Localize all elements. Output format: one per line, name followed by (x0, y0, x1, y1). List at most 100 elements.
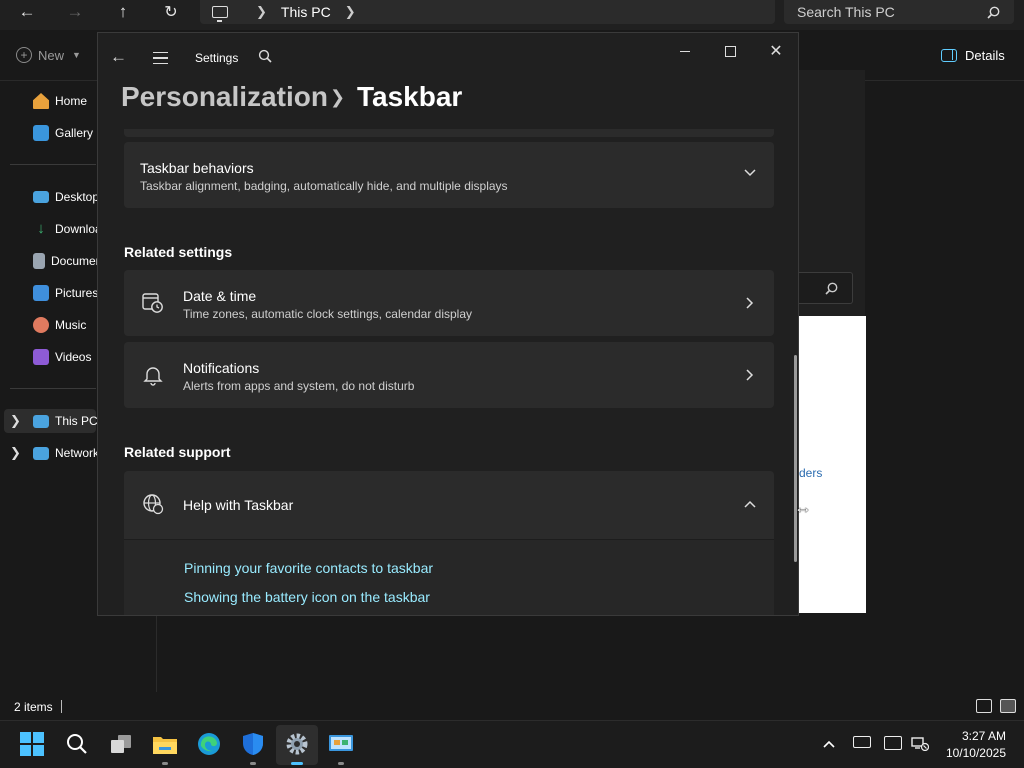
nav-item-downloads[interactable]: ↓ Downloads (33, 218, 97, 240)
nav-item-gallery[interactable]: Gallery (33, 122, 97, 144)
back-arrow-icon[interactable]: ← (110, 47, 127, 67)
edge-button[interactable] (195, 730, 223, 758)
nav-item-network[interactable]: Network (33, 442, 97, 464)
card-subtitle: Alerts from apps and system, do not dist… (183, 379, 415, 393)
task-view-button[interactable] (107, 730, 135, 758)
chevron-up-icon[interactable] (744, 500, 756, 508)
settings-scrollbar[interactable] (794, 355, 797, 562)
refresh-icon[interactable]: ↻ (159, 0, 183, 24)
details-search-input[interactable] (799, 272, 853, 304)
chevron-right-icon (746, 297, 754, 309)
gallery-icon (33, 125, 49, 141)
nav-item-label: Videos (55, 350, 92, 364)
chevron-up-icon[interactable] (823, 740, 835, 748)
music-icon (33, 317, 49, 333)
running-indicator (250, 762, 256, 765)
new-button[interactable]: + New ▼ (16, 47, 81, 63)
nav-item-label: Pictures (55, 286, 97, 300)
related-support-heading: Related support (124, 444, 231, 460)
help-link[interactable]: Pinning your favorite contacts to taskba… (184, 560, 433, 576)
close-button[interactable]: ✕ (761, 41, 791, 61)
nav-item-label: Home (55, 94, 88, 108)
chevron-down-icon: ▼ (72, 50, 81, 60)
resize-cursor-icon: ↔ (794, 497, 812, 517)
nav-item-music[interactable]: Music (33, 314, 97, 336)
nav-item-desktop[interactable]: Desktop (33, 186, 97, 208)
date-time-card[interactable]: Date & time Time zones, automatic clock … (124, 270, 774, 336)
videos-icon (33, 349, 49, 365)
details-button-label: Details (965, 48, 1005, 63)
keyboard-icon[interactable] (853, 736, 871, 748)
clock-date[interactable]: 10/10/2025 (940, 746, 1006, 760)
details-button[interactable]: Details (941, 48, 1005, 63)
defender-button[interactable] (239, 730, 267, 758)
chevron-right-icon (746, 369, 754, 381)
breadcrumb-chevron-icon[interactable]: ❯ (256, 4, 267, 20)
file-explorer-button[interactable] (151, 730, 179, 758)
nav-item-home[interactable]: Home (33, 90, 97, 112)
card-title: Help with Taskbar (183, 497, 294, 513)
shield-icon (243, 733, 263, 755)
new-button-label: New (38, 47, 65, 63)
nav-divider (10, 164, 96, 165)
help-with-taskbar-card[interactable]: Help with Taskbar (124, 471, 774, 539)
clock-time[interactable]: 3:27 AM (940, 729, 1006, 743)
expand-chevron-icon[interactable]: ❯ (10, 413, 21, 429)
nav-item-label: Network (55, 446, 97, 460)
start-button[interactable] (18, 730, 46, 758)
card-title: Notifications (183, 360, 260, 376)
search-button[interactable] (63, 730, 91, 758)
nav-item-label: Music (55, 318, 87, 332)
home-icon (33, 93, 49, 109)
notifications-card[interactable]: Notifications Alerts from apps and syste… (124, 342, 774, 408)
settings-content: Taskbar behaviors Taskbar alignment, bad… (124, 129, 774, 615)
network-icon (33, 446, 49, 460)
card-subtitle: Time zones, automatic clock settings, ca… (183, 307, 473, 321)
gear-icon (286, 733, 308, 755)
folder-icon (153, 737, 177, 754)
maximize-button[interactable] (715, 41, 745, 61)
breadcrumb-chevron-icon: ❯ (330, 87, 346, 107)
expand-chevron-icon[interactable]: ❯ (10, 445, 21, 461)
nav-item-pictures[interactable]: Pictures (33, 282, 97, 304)
display-icon[interactable] (884, 736, 902, 750)
page-title: Taskbar (357, 81, 463, 112)
settings-title-bar: ← Settings ✕ (98, 33, 798, 83)
edge-browser-icon (198, 733, 220, 755)
breadcrumb-parent[interactable]: Personalization (121, 81, 328, 113)
forward-arrow-icon[interactable]: → (63, 0, 87, 24)
settings-button[interactable] (283, 730, 311, 758)
card-subtitle: Taskbar alignment, badging, automaticall… (140, 179, 508, 193)
nav-item-label: Documents (51, 254, 97, 268)
control-panel-button[interactable] (327, 730, 355, 758)
taskbar-behaviors-card[interactable]: Taskbar behaviors Taskbar alignment, bad… (124, 142, 774, 208)
desktop-icon (33, 191, 49, 203)
nav-divider (10, 388, 96, 389)
address-location[interactable]: This PC (281, 4, 331, 20)
explorer-title-bar: ← → ↑ ↻ ❯ This PC ❯ Search This PC (0, 0, 1024, 30)
details-preview-area: ders (799, 316, 866, 613)
pictures-icon (33, 285, 49, 301)
minimize-button[interactable] (670, 41, 700, 61)
breadcrumb-chevron-icon[interactable]: ❯ (345, 4, 356, 20)
nav-item-videos[interactable]: Videos (33, 346, 97, 368)
large-icons-view-icon[interactable] (1000, 699, 1016, 713)
address-bar[interactable]: ❯ This PC ❯ (200, 0, 775, 24)
search-icon[interactable] (258, 49, 272, 63)
network-disconnected-icon[interactable] (911, 735, 929, 751)
status-bar: 2 items (0, 692, 1024, 720)
taskbar: 3:27 AM 10/10/2025 (0, 720, 1024, 768)
windows-logo-icon (20, 732, 44, 756)
download-arrow-icon: ↓ (37, 220, 45, 237)
nav-item-this-pc[interactable]: This PC (33, 410, 97, 432)
back-arrow-icon[interactable]: ← (15, 0, 39, 24)
previous-card-edge (124, 129, 774, 137)
details-link[interactable]: ders (799, 466, 822, 480)
nav-item-documents[interactable]: Documents (33, 250, 97, 272)
up-arrow-icon[interactable]: ↑ (111, 0, 135, 24)
help-link[interactable]: Showing the battery icon on the taskbar (184, 589, 430, 605)
details-view-icon[interactable] (976, 699, 992, 713)
hamburger-menu-icon[interactable] (153, 52, 168, 64)
card-title: Taskbar behaviors (140, 160, 254, 176)
explorer-search-input[interactable]: Search This PC (784, 0, 1014, 24)
